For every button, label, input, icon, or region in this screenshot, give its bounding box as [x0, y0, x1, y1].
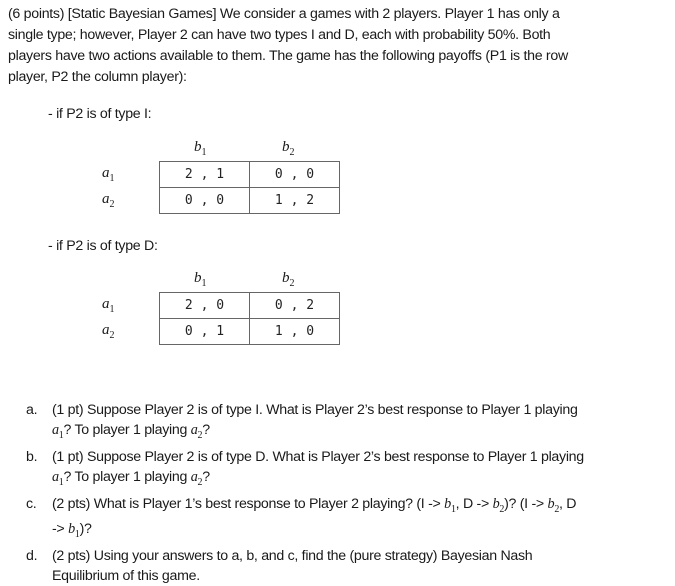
- row-label-letter: a: [102, 165, 110, 181]
- payoff-matrix-type-i: 2 , 1 0 , 0 0 , 0 1 , 2: [159, 161, 340, 214]
- question-text: ?: [202, 422, 210, 438]
- row-label-letter: a: [102, 296, 110, 312]
- row-label-letter: a: [102, 191, 110, 207]
- col-label-letter: b: [282, 270, 290, 286]
- question-c: c. (2 pts) What is Player 1’s best respo…: [26, 494, 652, 546]
- question-text: , D ->: [455, 495, 493, 512]
- row-label-a1: a1: [102, 165, 115, 184]
- table-row: 2 , 1 0 , 0: [159, 161, 340, 188]
- row-label-letter: a: [102, 322, 110, 338]
- question-text: (1 pt) Suppose Player 2 is of type I. Wh…: [52, 402, 578, 418]
- intro-line-4: player, P2 the column player):: [8, 69, 187, 85]
- math-letter: b: [444, 495, 451, 512]
- math-b1: b1: [68, 521, 80, 540]
- math-letter: a: [190, 422, 198, 438]
- question-text: , D: [559, 495, 577, 512]
- col-label-sub: 1: [201, 147, 207, 158]
- math-b2: b2: [493, 496, 505, 515]
- col-label-sub: 1: [201, 278, 207, 289]
- payoff-cell: 0 , 2: [249, 292, 340, 319]
- col-label-letter: b: [282, 139, 290, 155]
- math-a2: a2: [190, 468, 203, 488]
- question-text: Equilibrium of this game.: [52, 568, 200, 585]
- question-a: a. (1 pt) Suppose Player 2 is of type I.…: [26, 400, 652, 446]
- col-label-sub: 2: [289, 147, 295, 158]
- col-label-letter: b: [194, 270, 202, 286]
- row-label-a1: a1: [102, 296, 115, 315]
- question-text: )? (I ->: [504, 495, 548, 512]
- row-label-sub: 2: [109, 199, 115, 210]
- math-letter: a: [52, 468, 59, 485]
- question-marker: d.: [26, 548, 38, 565]
- payoff-matrix-type-d: 2 , 0 0 , 2 0 , 1 1 , 0: [159, 292, 340, 345]
- intro-line-1: (6 points) [Static Bayesian Games] We co…: [8, 6, 560, 22]
- question-b: b. (1 pt) Suppose Player 2 is of type D.…: [26, 447, 652, 493]
- math-a2: a2: [190, 422, 203, 441]
- question-marker: b.: [26, 448, 38, 465]
- intro-line-2: single type; however, Player 2 can have …: [8, 27, 551, 43]
- question-text: ->: [52, 521, 69, 538]
- col-label-b1: b1: [194, 139, 207, 158]
- table-row: 0 , 1 1 , 0: [159, 318, 340, 345]
- row-label-a2: a2: [102, 191, 115, 210]
- col-label-letter: b: [194, 139, 202, 155]
- payoff-cell: 1 , 2: [249, 187, 340, 214]
- table-row: 0 , 0 1 , 2: [159, 187, 340, 214]
- game-type-d-heading: - if P2 is of type D:: [48, 238, 158, 254]
- question-d: d. (2 pts) Using your answers to a, b, a…: [26, 546, 652, 586]
- col-label-b1: b1: [194, 270, 207, 289]
- question-text: ? To player 1 playing: [63, 422, 191, 438]
- math-letter: b: [68, 521, 75, 538]
- question-marker: c.: [26, 495, 37, 512]
- row-label-sub: 1: [109, 304, 115, 315]
- payoff-cell: 0 , 0: [249, 161, 340, 188]
- question-list: a. (1 pt) Suppose Player 2 is of type I.…: [26, 400, 652, 586]
- table-row: 2 , 0 0 , 2: [159, 292, 340, 319]
- question-text: (2 pts) What is Player 1’s best response…: [52, 495, 445, 512]
- math-b2: b2: [548, 496, 560, 515]
- math-a1: a1: [52, 468, 64, 488]
- payoff-cell: 2 , 1: [159, 161, 250, 188]
- math-a1: a1: [52, 422, 64, 441]
- question-text: ? To player 1 playing: [63, 468, 191, 485]
- row-label-sub: 2: [109, 330, 115, 341]
- payoff-cell: 1 , 0: [249, 318, 340, 345]
- payoff-cell: 2 , 0: [159, 292, 250, 319]
- question-text: (2 pts) Using your answers to a, b, and …: [52, 548, 533, 565]
- question-marker: a.: [26, 402, 38, 418]
- payoff-cell: 0 , 1: [159, 318, 250, 345]
- question-text: ?: [202, 468, 210, 485]
- col-label-sub: 2: [289, 278, 295, 289]
- game-type-i-heading: - if P2 is of type I:: [48, 106, 152, 122]
- question-text: )?: [79, 521, 92, 538]
- col-label-b2: b2: [282, 270, 295, 289]
- row-label-sub: 1: [109, 173, 115, 184]
- question-text: (1 pt) Suppose Player 2 is of type D. Wh…: [52, 448, 584, 465]
- math-b1: b1: [444, 495, 456, 515]
- payoff-cell: 0 , 0: [159, 187, 250, 214]
- intro-line-3: players have two actions available to th…: [8, 48, 568, 64]
- math-letter: a: [52, 422, 59, 438]
- math-letter: a: [190, 468, 198, 485]
- row-label-a2: a2: [102, 322, 115, 341]
- col-label-b2: b2: [282, 139, 295, 158]
